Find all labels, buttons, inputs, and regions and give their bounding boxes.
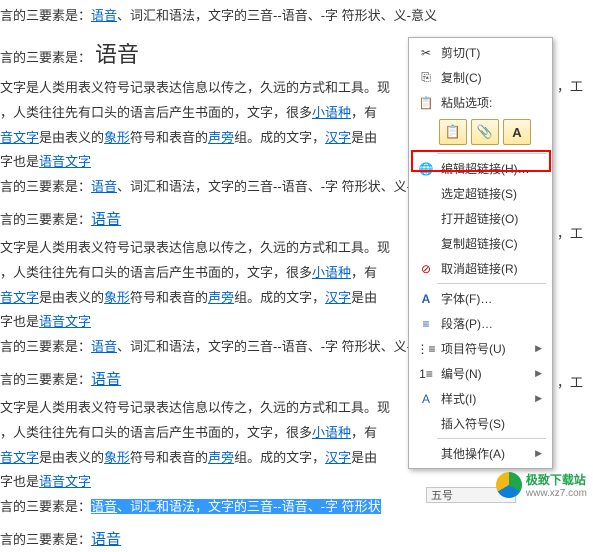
numbering-icon: 1≡ <box>417 366 435 382</box>
paste-options-row: 📋 📎 A <box>411 115 550 151</box>
menu-style[interactable]: A 样式(I) ▶ <box>411 386 550 411</box>
remove-link-icon: ⊘ <box>417 261 435 277</box>
link-yinwenzi[interactable]: 音文字 <box>0 130 39 145</box>
scissors-icon: ✂ <box>417 45 435 61</box>
link-yuyinwenzi[interactable]: 语音文字 <box>39 154 91 169</box>
menu-numbering[interactable]: 1≡ 编号(N) ▶ <box>411 361 550 386</box>
watermark-logo-icon <box>496 472 522 498</box>
bullets-icon: ⋮≡ <box>417 341 435 357</box>
paste-merge-formatting[interactable]: 📎 <box>471 119 499 145</box>
watermark: 极致下载站 www.xz7.com <box>496 471 587 499</box>
menu-font[interactable]: A 字体(F)… <box>411 286 550 311</box>
menu-separator <box>437 153 546 154</box>
menu-select-hyperlink[interactable]: 选定超链接(S) <box>411 181 550 206</box>
menu-paragraph[interactable]: ≡ 段落(P)… <box>411 311 550 336</box>
paste-text-only[interactable]: A <box>503 119 531 145</box>
menu-insert-symbol[interactable]: 插入符号(S) <box>411 411 550 436</box>
globe-link-icon: 🌐 <box>417 161 435 177</box>
link-yuyin[interactable]: 语音 <box>91 179 117 194</box>
right-text-col: ，工 ，工 ，工 <box>557 77 583 393</box>
menu-remove-hyperlink[interactable]: ⊘ 取消超链接(R) <box>411 256 550 281</box>
font-icon: A <box>417 291 435 307</box>
menu-bullets[interactable]: ⋮≡ 项目符号(U) ▶ <box>411 336 550 361</box>
link-hanzi[interactable]: 汉字 <box>325 130 351 145</box>
paragraph-icon: ≡ <box>417 316 435 332</box>
chevron-right-icon: ▶ <box>535 343 542 354</box>
link-yuyin[interactable]: 语音 <box>91 8 117 23</box>
heading-link[interactable]: 语音 <box>91 211 121 228</box>
menu-cut[interactable]: ✂ 剪切(T) <box>411 40 550 65</box>
link-xiangxing[interactable]: 象形 <box>104 130 130 145</box>
menu-other[interactable]: 其他操作(A) ▶ <box>411 441 550 466</box>
link-xiaoyuzhong[interactable]: 小语种 <box>312 105 351 120</box>
heading-text: 语音 <box>95 42 139 67</box>
link-shengpang[interactable]: 声旁 <box>208 130 234 145</box>
menu-open-hyperlink[interactable]: 打开超链接(O) <box>411 206 550 231</box>
menu-paste-options[interactable]: 📋 粘贴选项: <box>411 90 550 115</box>
context-menu: ✂ 剪切(T) ⎘ 复制(C) 📋 粘贴选项: 📋 📎 A 🌐 编辑超链接(H)… <box>408 37 553 469</box>
menu-copy-hyperlink[interactable]: 复制超链接(C) <box>411 231 550 256</box>
clipboard-icon: 📋 <box>417 95 435 111</box>
style-icon: A <box>417 391 435 407</box>
menu-edit-hyperlink[interactable]: 🌐 编辑超链接(H)… <box>411 156 550 181</box>
text-selection[interactable]: 语音、词汇和语法，文字的三音--语音、-字 符形状 <box>91 499 381 514</box>
paste-keep-formatting[interactable]: 📋 <box>439 119 467 145</box>
copy-icon: ⎘ <box>417 70 435 86</box>
text-line: 言的三要素是：语音、词汇和语法，文字的三音--语音、-字 符形状、义-意义 <box>0 6 593 27</box>
menu-copy[interactable]: ⎘ 复制(C) <box>411 65 550 90</box>
